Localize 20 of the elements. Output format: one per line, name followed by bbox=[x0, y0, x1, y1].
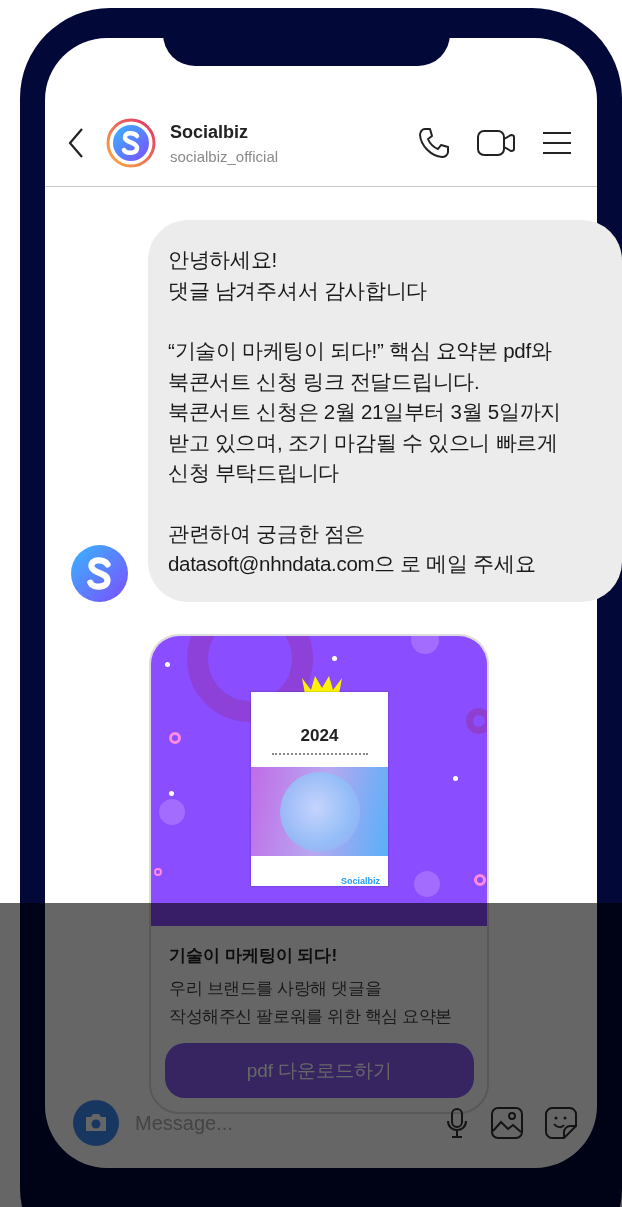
sticker-icon[interactable] bbox=[545, 1107, 577, 1139]
account-name: Socialbiz bbox=[170, 121, 250, 143]
card-title: 기술이 마케팅이 되다! bbox=[169, 945, 339, 967]
back-icon[interactable] bbox=[68, 128, 84, 158]
message-text: “기술이 마케팅이 되다!” 핵심 요약본 pdf와 북콘서트 신청 링크 전달드립니다. 북콘서트 신청은 2월 21일부터 3월 5일까지 받고 있으며, 조기 마감될 수 있으니 빠르게 신청 부탁드립니다 bbox=[168, 338, 562, 486]
video-camera-icon[interactable] bbox=[477, 129, 515, 157]
message-text: 관련하여 궁금한 점은 datasoft@nhndata.com으 로 메일 주세요 bbox=[168, 520, 537, 577]
menu-icon[interactable] bbox=[542, 131, 572, 155]
card-description: 우리 브랜드를 사랑해 댓글을 작성해주신 팔로워를 위한 핵심 요약본 bbox=[169, 978, 453, 1028]
message-text: 안녕하세요! 댓글 남겨주셔서 감사합니다 bbox=[168, 247, 429, 304]
profile-avatar-icon[interactable] bbox=[106, 118, 156, 168]
microphone-icon[interactable] bbox=[445, 1107, 469, 1139]
sender-avatar-icon[interactable] bbox=[71, 544, 128, 602]
book-year: 2024 bbox=[300, 726, 339, 746]
phone-icon[interactable] bbox=[418, 127, 450, 159]
camera-icon[interactable] bbox=[73, 1100, 119, 1146]
book-brand: Socialbiz bbox=[341, 876, 380, 886]
download-button[interactable]: pdf 다운로드하기 bbox=[165, 1043, 474, 1098]
account-handle: socialbiz_official bbox=[170, 147, 280, 165]
image-icon[interactable] bbox=[491, 1107, 523, 1139]
